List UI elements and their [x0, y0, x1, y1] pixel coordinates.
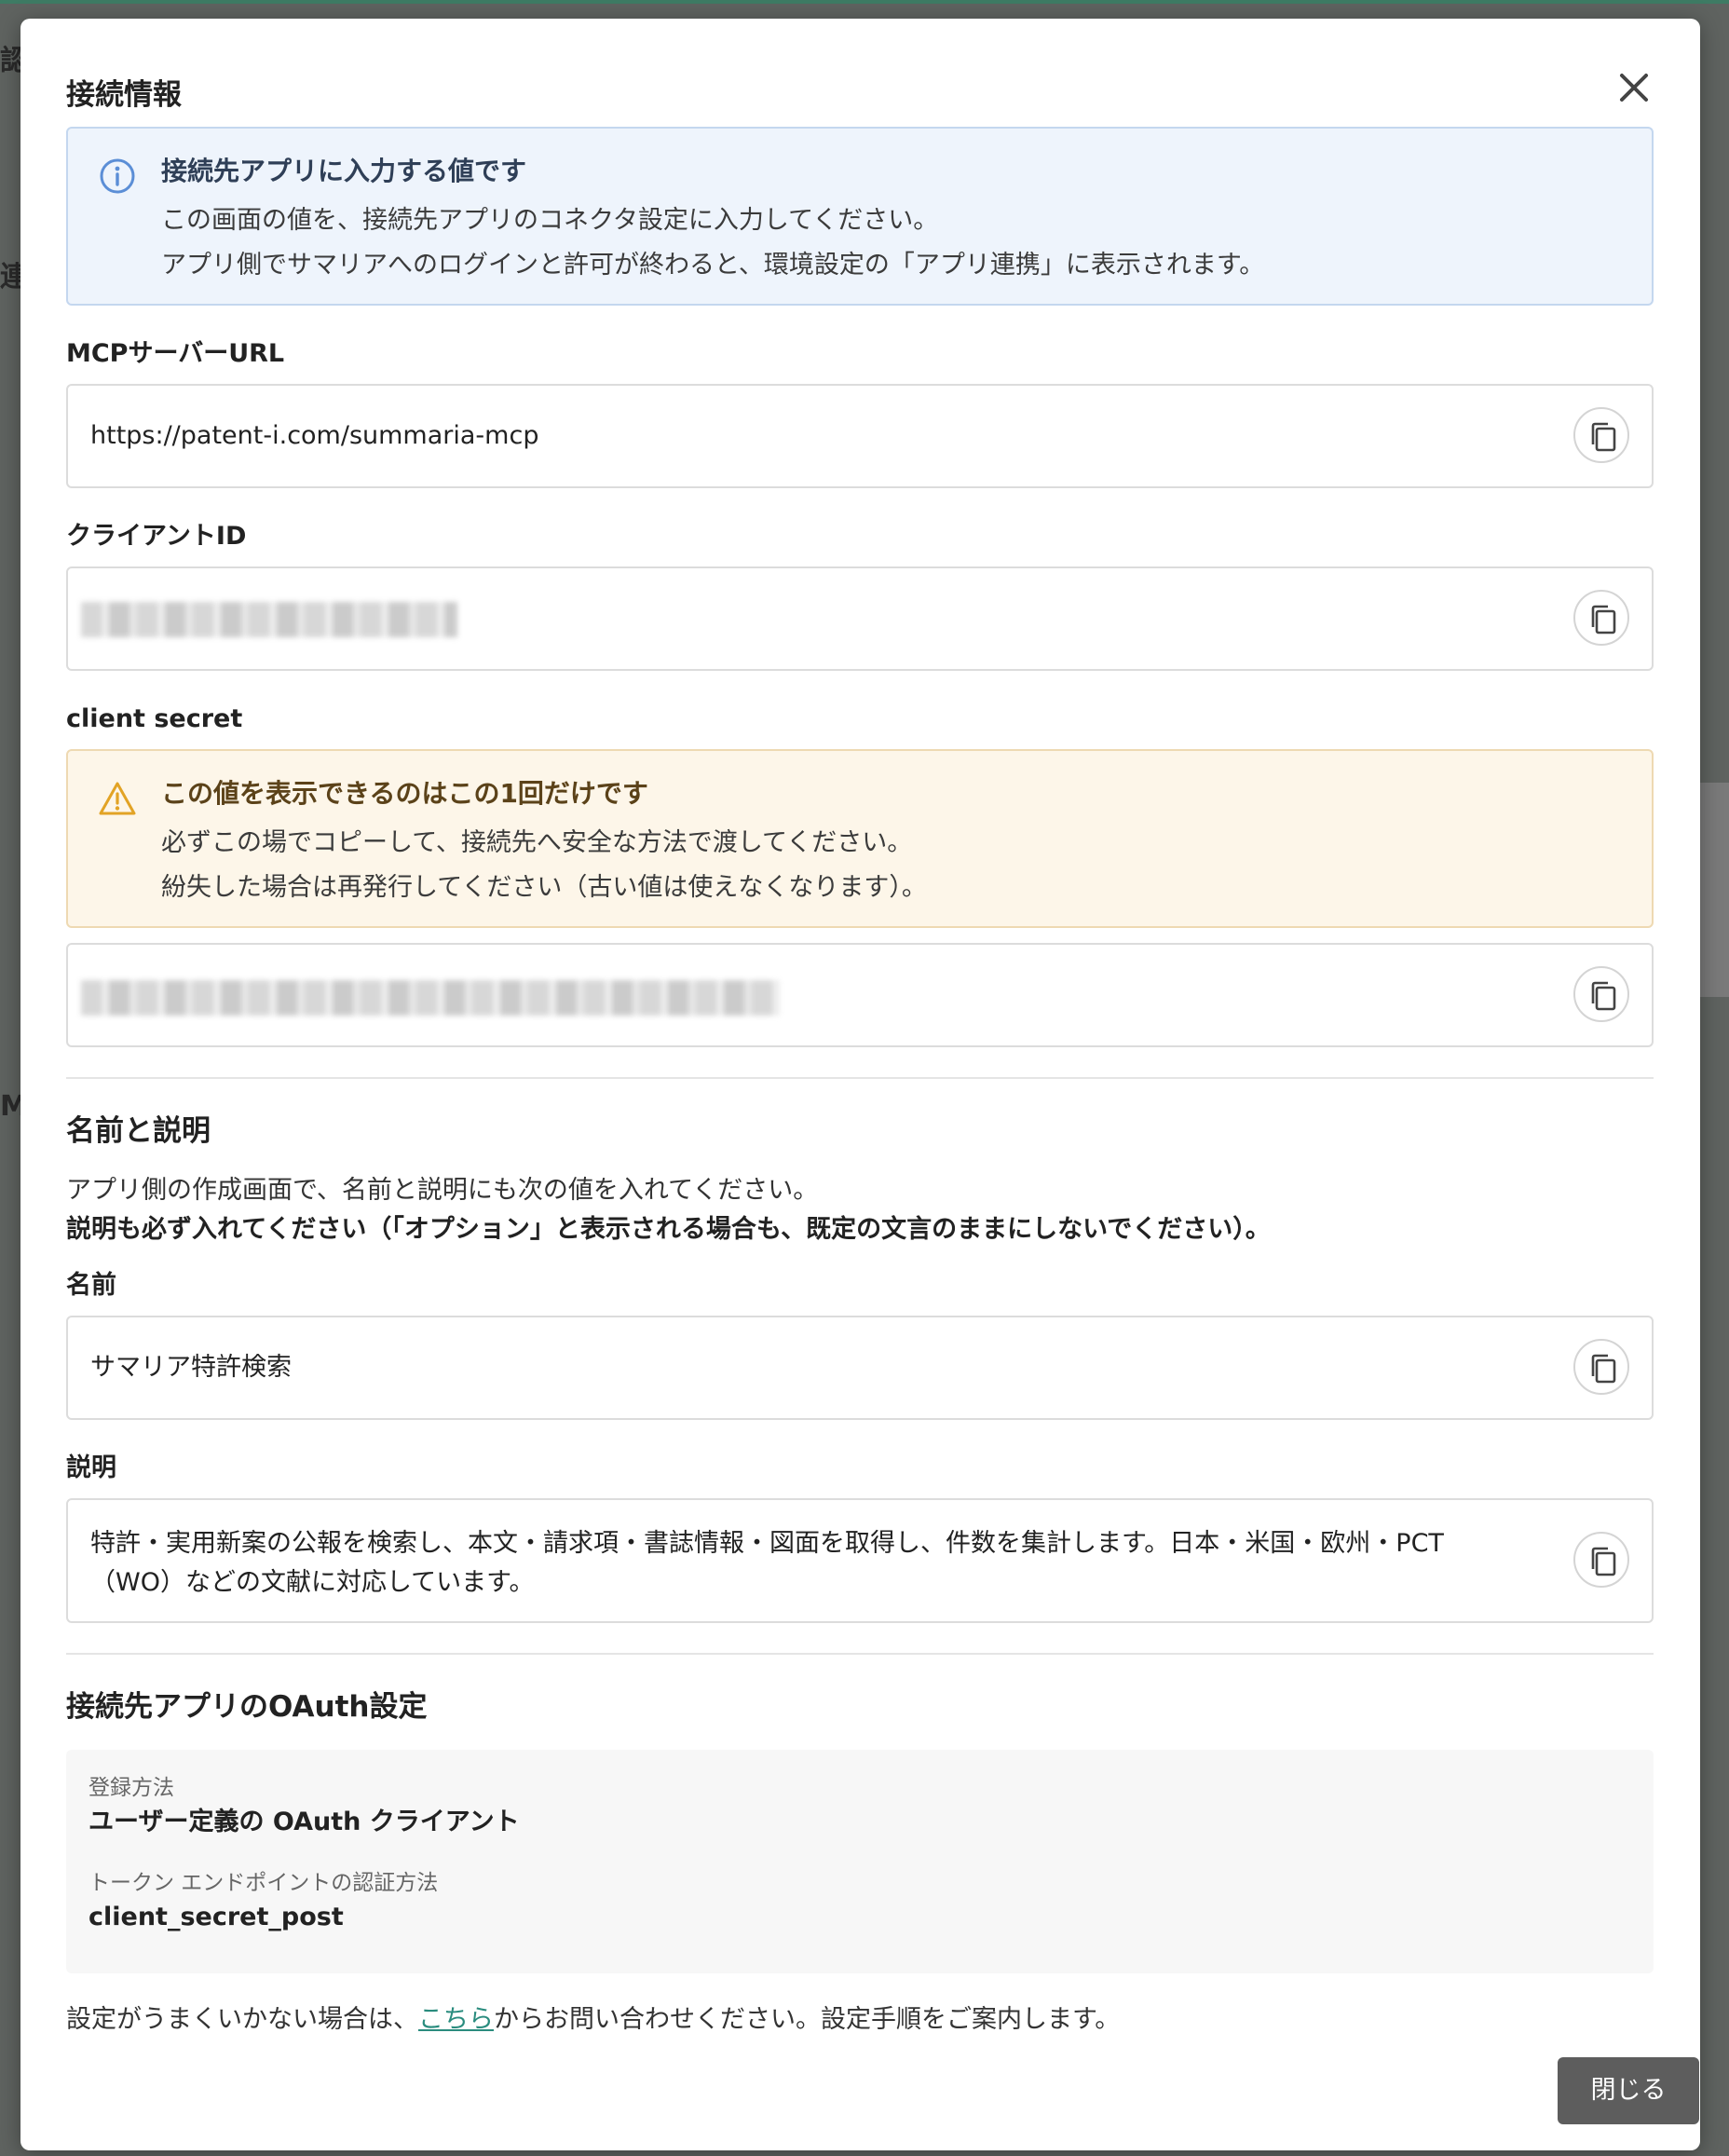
copy-icon — [1591, 1354, 1616, 1384]
mcp-url-field: https://patent-i.com/summaria-mcp — [66, 384, 1654, 488]
warning-icon — [98, 779, 137, 818]
info-line: アプリ側でサマリアへのログインと許可が終わると、環境設定の「アプリ連携」に表示さ… — [161, 251, 1265, 280]
warning-title: この値を表示できるのはこの1回だけです — [161, 778, 648, 809]
copy-client-id-button[interactable] — [1573, 590, 1629, 646]
description-label: 説明 — [66, 1453, 116, 1482]
secret-warning: この値を表示できるのはこの1回だけです 必ずこの場でコピーして、接続先へ安全な方… — [66, 749, 1654, 928]
client-id-label: クライアントID — [66, 522, 247, 551]
info-title: 接続先アプリに入力する値です — [161, 156, 527, 186]
oauth-settings-panel: 登録方法 ユーザー定義の OAuth クライアント トークン エンドポイントの認… — [66, 1750, 1654, 1973]
copy-icon — [1591, 1547, 1616, 1576]
name-label: 名前 — [66, 1271, 116, 1300]
connection-info-dialog: 接続情報 接続先アプリに入力する値です この画面の値を、接続先アプリのコネクタ設… — [20, 19, 1700, 2150]
name-field: サマリア特許検索 — [66, 1316, 1654, 1420]
backdrop-top-strip — [0, 0, 1729, 4]
mcp-url-value: https://patent-i.com/summaria-mcp — [90, 421, 539, 450]
info-line: この画面の値を、接続先アプリのコネクタ設定に入力してください。 — [161, 206, 939, 235]
contact-link[interactable]: こちら — [418, 2005, 494, 2034]
dialog-title: 接続情報 — [66, 78, 182, 112]
name-section-heading: 名前と説明 — [66, 1114, 211, 1148]
client-secret-field — [66, 943, 1654, 1047]
client-secret-redacted-value — [81, 980, 780, 1016]
info-notice: 接続先アプリに入力する値です この画面の値を、接続先アプリのコネクタ設定に入力し… — [66, 127, 1654, 306]
client-secret-label: client secret — [66, 704, 243, 733]
client-id-redacted-value — [81, 602, 457, 637]
copy-client-secret-button[interactable] — [1573, 966, 1629, 1022]
support-note-text: 設定がうまくいかない場合は、 — [66, 2005, 418, 2034]
description-value: 特許・実用新案の公報を検索し、本文・請求項・書誌情報・図面を取得し、件数を集計し… — [90, 1529, 1444, 1597]
dialog-header: 接続情報 — [66, 54, 1654, 129]
copy-icon — [1591, 605, 1616, 635]
close-icon[interactable] — [1610, 63, 1658, 112]
token-auth-method-value: client_secret_post — [88, 1903, 344, 1931]
name-value: サマリア特許検索 — [90, 1353, 292, 1382]
mcp-url-label: MCPサーバーURL — [66, 339, 285, 368]
copy-mcp-url-button[interactable] — [1573, 407, 1629, 463]
section-divider — [66, 1077, 1654, 1079]
info-icon — [98, 157, 137, 196]
name-section-emphasis: 説明も必ず入れてください（「オプション」と表示される場合も、既定の文言のままにし… — [66, 1215, 1271, 1244]
copy-description-button[interactable] — [1573, 1532, 1629, 1588]
close-button[interactable]: 閉じる — [1558, 2057, 1699, 2124]
backdrop-peek-panel — [1697, 783, 1729, 997]
registration-method-label: 登録方法 — [88, 1776, 174, 1800]
section-divider — [66, 1653, 1654, 1655]
registration-method-value: ユーザー定義の OAuth クライアント — [88, 1808, 520, 1836]
support-note: 設定がうまくいかない場合は、こちらからお問い合わせください。設定手順をご案内しま… — [66, 2001, 1654, 2039]
description-field: 特許・実用新案の公報を検索し、本文・請求項・書誌情報・図面を取得し、件数を集計し… — [66, 1498, 1654, 1623]
warning-line: 必ずこの場でコピーして、接続先へ安全な方法で渡してください。 — [161, 828, 913, 857]
client-id-field — [66, 566, 1654, 671]
warning-line: 紛失した場合は再発行してください（古い値は使えなくなります）。 — [161, 873, 927, 902]
copy-name-button[interactable] — [1573, 1339, 1629, 1395]
oauth-section-heading: 接続先アプリのOAuth設定 — [66, 1690, 428, 1724]
support-note-text: からお問い合わせください。設定手順をご案内します。 — [494, 2005, 1121, 2034]
name-section-description: アプリ側の作成画面で、名前と説明にも次の値を入れてください。 — [66, 1176, 819, 1205]
copy-icon — [1591, 981, 1616, 1011]
token-auth-method-label: トークン エンドポイントの認証方法 — [88, 1871, 439, 1895]
dialog-body: 接続先アプリに入力する値です この画面の値を、接続先アプリのコネクタ設定に入力し… — [66, 127, 1654, 2039]
copy-icon — [1591, 422, 1616, 452]
